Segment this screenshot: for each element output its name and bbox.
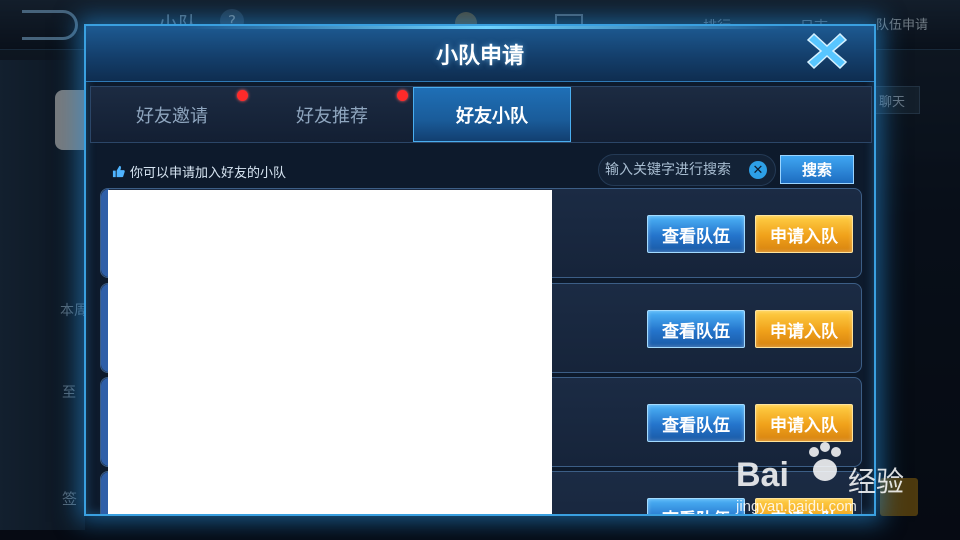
apply-join-button[interactable]: 申请入队 [755, 498, 853, 514]
tab-label: 好友推荐 [296, 105, 368, 127]
redaction-mask [108, 190, 552, 514]
close-button[interactable] [804, 28, 850, 74]
hint-text-row: 你可以申请加入好友的小队 [112, 162, 286, 181]
background-team-apply: 队伍申请 [876, 18, 929, 33]
dialog-header: 小队申请 [86, 26, 874, 82]
background-avatar [55, 90, 85, 150]
view-team-button[interactable]: 查看队伍 [647, 215, 745, 253]
tab-label: 好友邀请 [136, 105, 208, 127]
view-team-button[interactable]: 查看队伍 [647, 498, 745, 514]
search-button[interactable]: 搜索 [780, 155, 854, 184]
apply-join-button[interactable]: 申请入队 [755, 215, 853, 253]
notification-dot-icon [397, 90, 408, 101]
dialog-title: 小队申请 [435, 44, 524, 69]
clear-search-icon[interactable]: ✕ [749, 161, 767, 179]
apply-join-button[interactable]: 申请入队 [755, 310, 853, 348]
hint-text: 你可以申请加入好友的小队 [130, 166, 287, 181]
search-input[interactable] [605, 155, 747, 185]
tab-friend-team[interactable]: 好友小队 [413, 87, 571, 142]
close-icon [806, 32, 848, 70]
notification-dot-icon [237, 90, 248, 101]
back-arrow-icon [22, 10, 78, 40]
tab-friend-recommend[interactable]: 好友推荐 [253, 87, 411, 142]
tab-label: 好友小队 [456, 105, 528, 127]
background-right-button [880, 478, 918, 516]
tab-bar: 好友邀请 好友推荐 好友小队 [90, 86, 872, 143]
search-box: ✕ [598, 154, 776, 186]
background-left-text: 至 [62, 385, 76, 401]
view-team-button[interactable]: 查看队伍 [647, 404, 745, 442]
team-apply-dialog: 小队申请 好友邀请 好友推荐 好友小队 你可以申请加入好友的小队 ✕ 搜索 [84, 24, 876, 516]
view-team-button[interactable]: 查看队伍 [647, 310, 745, 348]
thumbs-up-icon [112, 165, 125, 178]
background-left-text: 签 [62, 490, 78, 508]
apply-join-button[interactable]: 申请入队 [755, 404, 853, 442]
tab-friend-invite[interactable]: 好友邀请 [93, 87, 251, 142]
